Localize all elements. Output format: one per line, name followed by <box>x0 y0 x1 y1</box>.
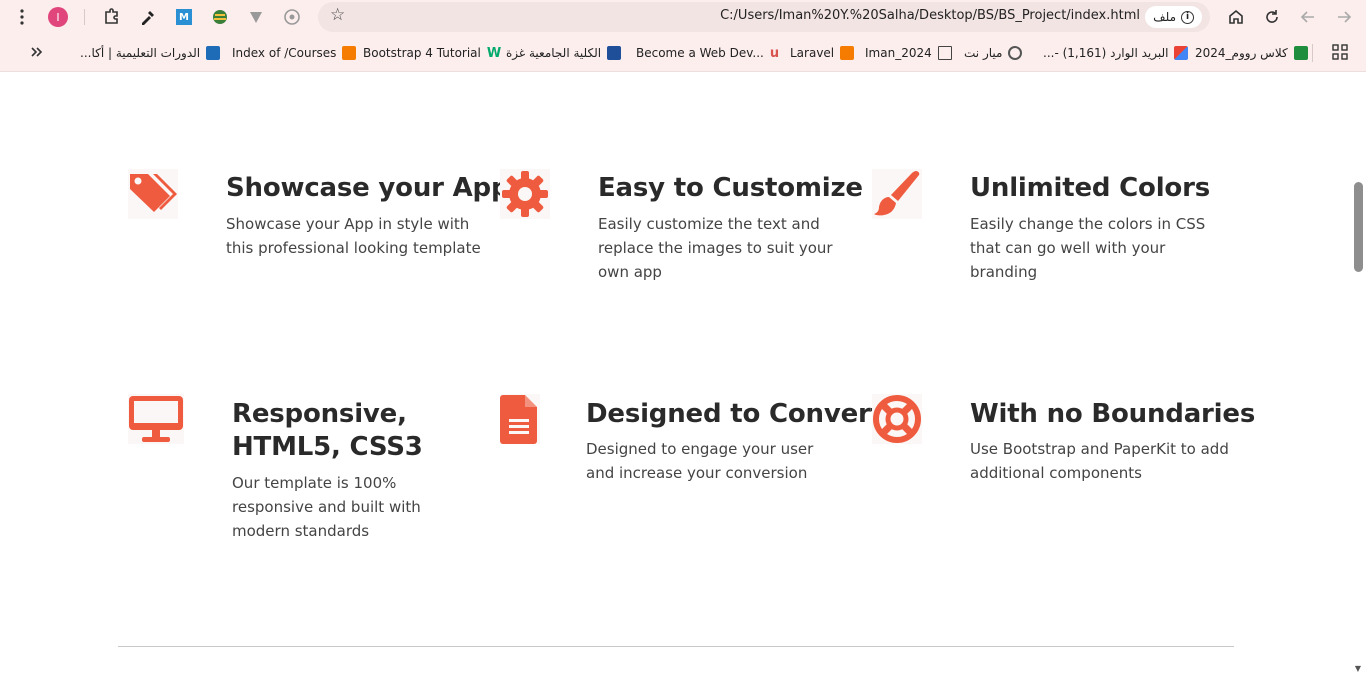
home-icon[interactable] <box>1224 5 1248 29</box>
bookmark-mayar-net[interactable]: ميار نت <box>964 44 1023 62</box>
udemy-icon: u <box>769 45 780 61</box>
feature-title: Responsive, HTML5, CSS3 <box>232 399 423 462</box>
bookmarks-separator <box>1312 44 1313 62</box>
info-icon: i <box>1181 10 1194 24</box>
feature-description: Designed to engage your user and increas… <box>586 440 814 482</box>
bookmark-label: Iman_2024 <box>865 46 932 60</box>
extension-circle-icon[interactable] <box>280 5 304 29</box>
forward-arrow-icon[interactable] <box>1332 5 1356 29</box>
bookmark-label: ميار نت <box>964 46 1003 60</box>
toolbar-separator <box>84 9 85 25</box>
college-icon <box>607 46 622 60</box>
gear-icon <box>500 169 550 219</box>
more-bookmarks-chevron-icon[interactable] <box>24 40 48 64</box>
bookmark-college[interactable]: الكلية الجامعية غزة <box>506 44 622 62</box>
feature-description: Our template is 100% responsive and buil… <box>232 474 421 540</box>
bookmark-label: Index of /Courses <box>232 46 337 60</box>
feature-title: With no Boundaries <box>970 399 1256 429</box>
extensions-puzzle-icon[interactable] <box>100 5 124 29</box>
classroom-icon <box>1293 46 1308 60</box>
bookmark-become-web-dev[interactable]: Become a Web Dev... u <box>636 44 779 62</box>
xampp-icon <box>840 46 855 60</box>
profile-avatar[interactable]: I <box>46 5 70 29</box>
bookmark-label: كلاس رووم_2024 <box>1195 46 1288 60</box>
scrollbar-thumb[interactable] <box>1354 182 1363 272</box>
bookmark-label: Laravel <box>790 46 835 60</box>
feature-title: Unlimited Colors <box>970 173 1210 203</box>
bookmark-laravel[interactable]: Laravel <box>790 44 855 62</box>
bookmark-edu-courses[interactable]: الدورات التعليمية | أكا... <box>80 44 221 62</box>
address-bar[interactable]: C:/Users/Iman%20Y.%20Salha/Desktop/BS/BS… <box>318 2 1210 32</box>
menu-dots-icon[interactable] <box>10 5 34 29</box>
bookmark-iman-2024[interactable]: Iman_2024 <box>865 44 952 62</box>
xampp-icon <box>342 46 357 60</box>
bookmark-label: الدورات التعليمية | أكا... <box>80 46 201 60</box>
feature-title: Designed to Convert <box>586 399 883 429</box>
feature-description: Showcase your App in style with this pro… <box>226 215 481 257</box>
edu-icon <box>206 46 221 60</box>
bookmark-label: Bootstrap 4 Tutorial <box>363 46 481 60</box>
site-info-label: ملف <box>1153 10 1176 24</box>
gmail-icon <box>1174 46 1189 60</box>
feature-description: Easily change the colors in CSS that can… <box>970 215 1206 281</box>
page-scrollbar[interactable] <box>1350 72 1366 673</box>
bookmark-bootstrap-tutorial[interactable]: Bootstrap 4 Tutorial W <box>363 44 501 62</box>
eyedropper-icon[interactable] <box>136 5 160 29</box>
feature-description: Easily customize the text and replace th… <box>598 215 833 281</box>
back-arrow-icon[interactable] <box>1296 5 1320 29</box>
extension-globe-icon[interactable] <box>208 5 232 29</box>
scroll-down-arrow-icon[interactable]: ▼ <box>1352 664 1364 673</box>
profile-initial: I <box>48 7 68 27</box>
monitor-icon <box>128 394 184 444</box>
apps-grid-icon[interactable] <box>1328 40 1352 64</box>
bookmark-classroom[interactable]: كلاس رووم_2024 <box>1195 44 1308 62</box>
extension-m-icon[interactable]: M <box>172 5 196 29</box>
bookmark-gmail[interactable]: البريد الوارد (1,161) -... <box>1043 44 1189 62</box>
feature-description: Use Bootstrap and PaperKit to add additi… <box>970 440 1229 482</box>
w3schools-icon: W <box>486 45 502 61</box>
document-icon <box>500 394 540 444</box>
bookmark-index-of-courses[interactable]: Index of /Courses <box>232 44 357 62</box>
bookmark-label: البريد الوارد (1,161) -... <box>1043 46 1169 60</box>
extension-v-icon[interactable] <box>244 5 268 29</box>
feature-title: Easy to Customize <box>598 173 863 203</box>
folder-icon <box>937 46 952 60</box>
wifi-icon <box>1008 46 1023 60</box>
bookmark-label: Become a Web Dev... <box>636 46 764 60</box>
bookmark-star-icon[interactable]: ☆ <box>330 5 345 25</box>
url-text[interactable]: C:/Users/Iman%20Y.%20Salha/Desktop/BS/BS… <box>720 8 1140 23</box>
browser-toolbar: I M C:/Users/Iman%20Y.%20Salha/Desktop/B… <box>0 0 1366 34</box>
feature-title: Showcase your App <box>226 173 510 203</box>
paint-brush-icon <box>872 169 922 219</box>
section-divider <box>118 646 1234 647</box>
reload-icon[interactable] <box>1260 5 1284 29</box>
bookmark-label: الكلية الجامعية غزة <box>506 46 602 60</box>
tags-icon <box>128 169 178 219</box>
site-info-chip[interactable]: i ملف <box>1145 6 1202 28</box>
lifebuoy-icon <box>872 394 922 444</box>
